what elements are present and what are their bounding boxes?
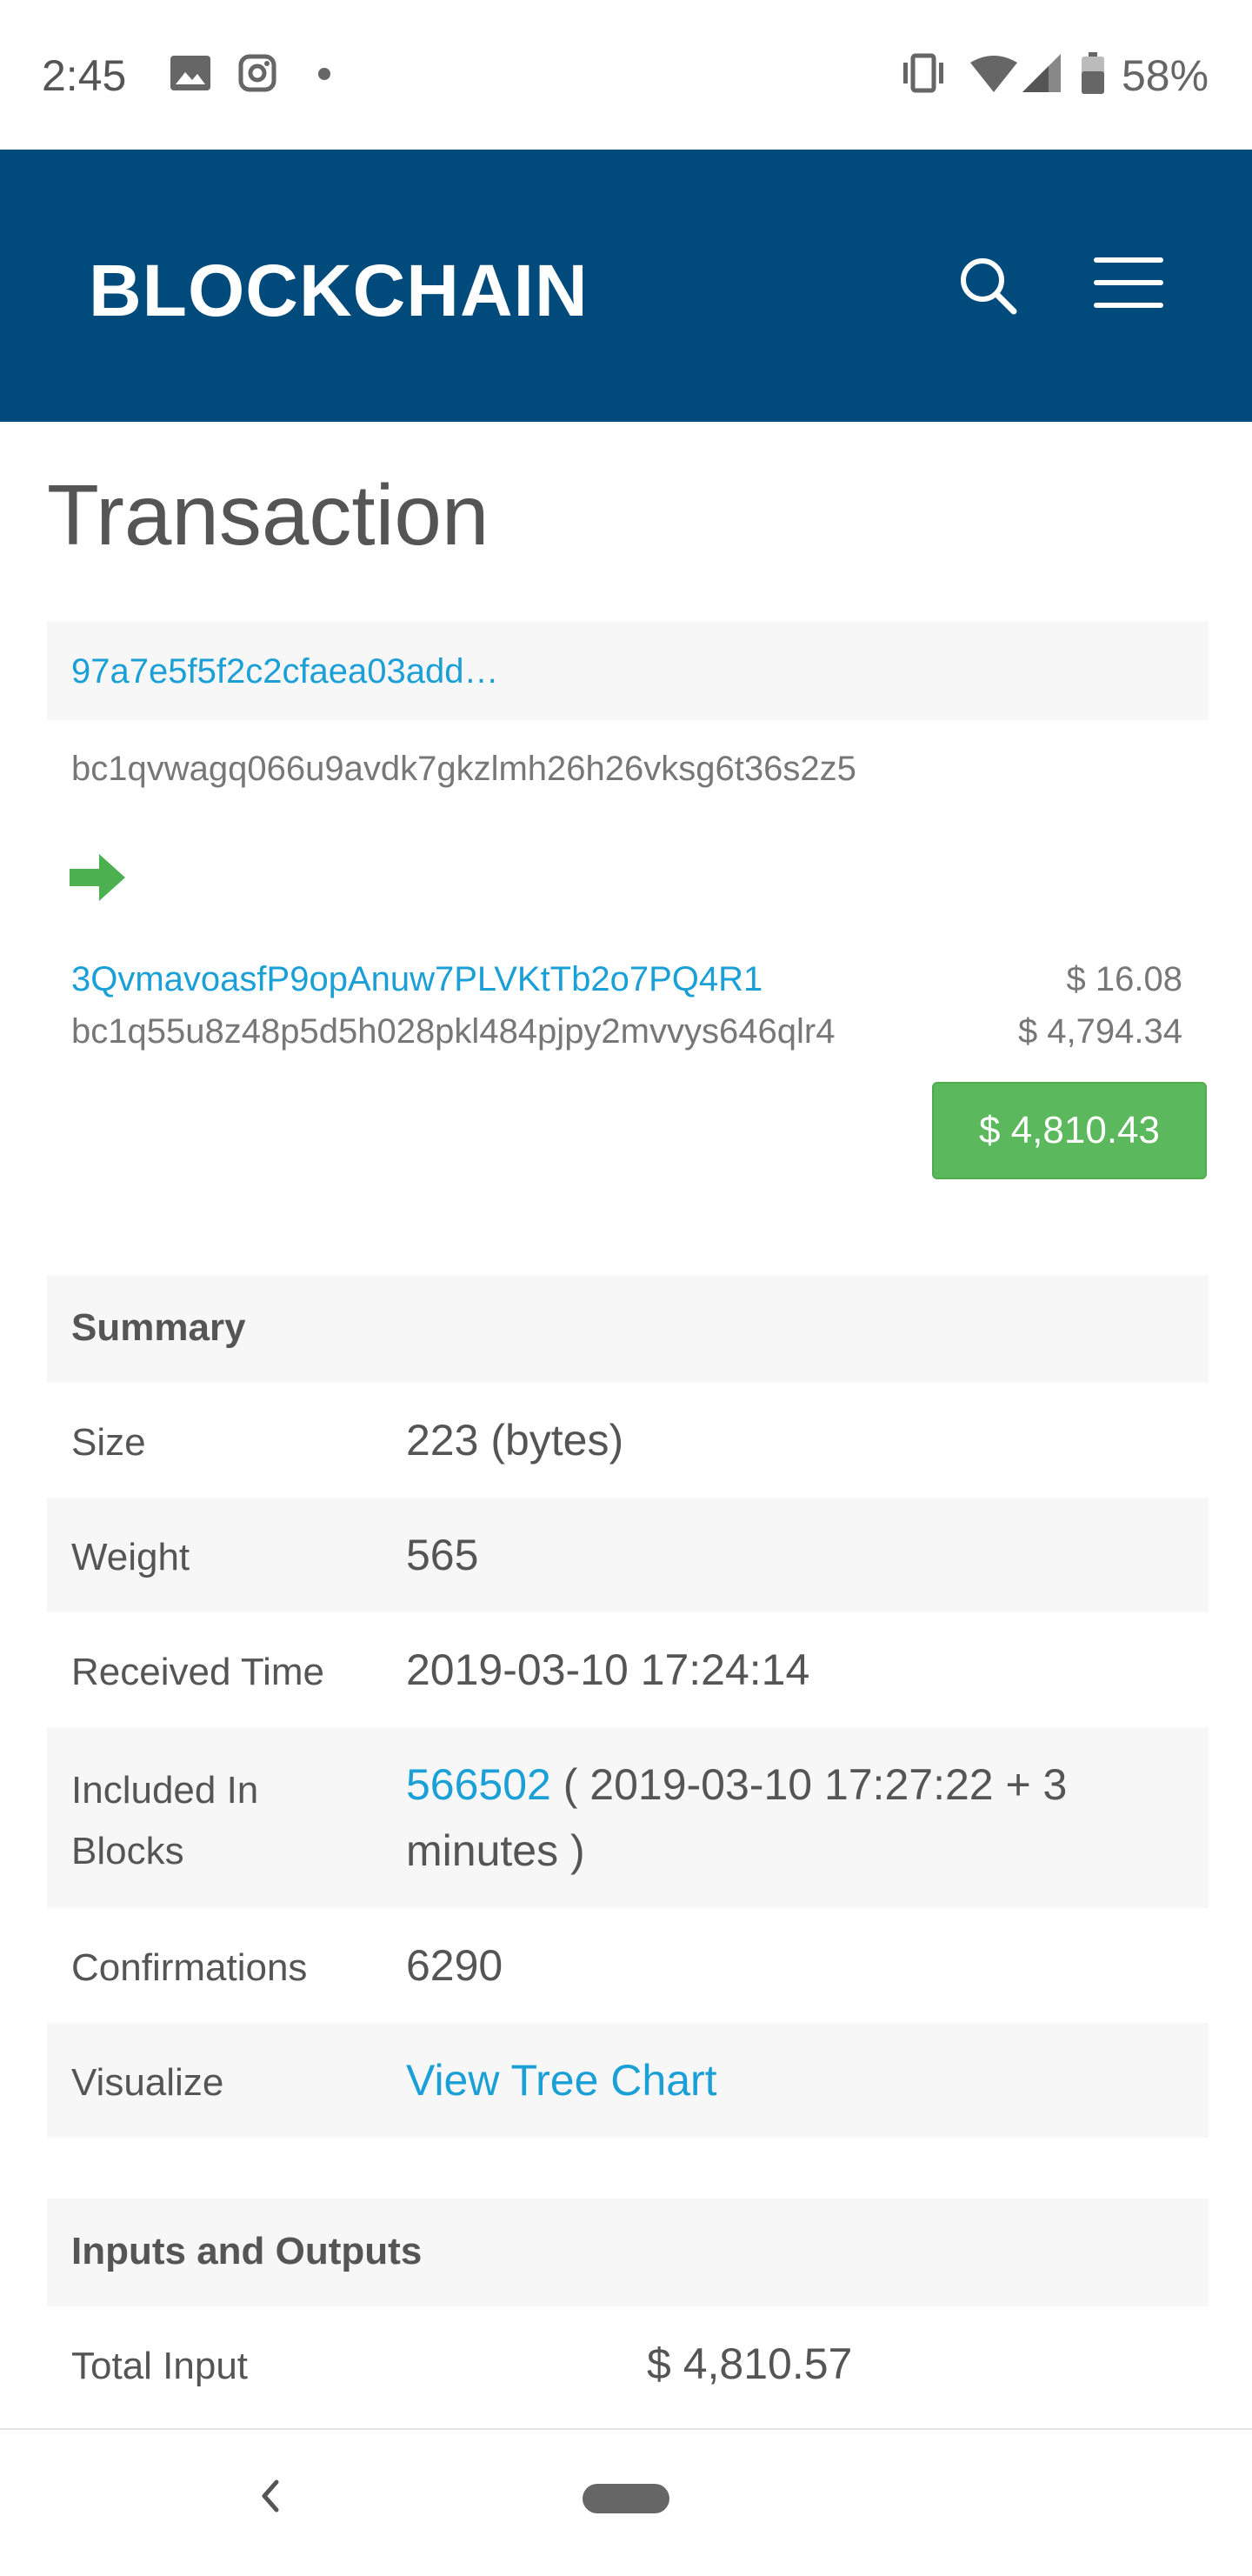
hamburger-menu-icon[interactable]: [1094, 257, 1163, 310]
io-header-row: Inputs and Outputs: [47, 2199, 1209, 2306]
total-amount-badge[interactable]: $ 4,810.43: [932, 1082, 1207, 1179]
page-title: Transaction: [47, 467, 489, 563]
included-in-blocks-label: Included In Blocks: [71, 1760, 258, 1882]
table-row: Received Time 2019-03-10 17:24:14: [47, 1612, 1209, 1727]
summary-heading: Summary: [71, 1306, 246, 1349]
weight-label: Weight: [71, 1536, 190, 1578]
confirmations-label: Confirmations: [71, 1946, 308, 1989]
output-amount: $ 16.08: [1066, 960, 1182, 998]
table-row: Confirmations 6290: [47, 1908, 1209, 2023]
transaction-hash-link[interactable]: 97a7e5f5f2c2cfaea03add…: [71, 652, 499, 691]
included-label-line1: Included In: [71, 1769, 259, 1812]
size-label: Size: [71, 1421, 146, 1464]
status-time: 2:45: [42, 51, 127, 100]
received-time-value: 2019-03-10 17:24:14: [406, 1645, 810, 1694]
blockchain-logo[interactable]: BLOCKCHAIN: [89, 249, 589, 333]
transaction-hash-row: 97a7e5f5f2c2cfaea03add…: [47, 621, 1209, 720]
io-heading: Inputs and Outputs: [71, 2230, 423, 2272]
total-input-value: $ 4,810.57: [647, 2339, 853, 2388]
received-time-label: Received Time: [71, 1651, 325, 1693]
included-in-blocks-value: 566502 ( 2019-03-10 17:27:22 + 3 minutes …: [406, 1752, 1067, 1884]
block-time-text-2: minutes ): [406, 1826, 585, 1875]
output-address[interactable]: bc1q55u8z48p5d5h028pkl484pjpy2mvvys646ql…: [71, 1012, 835, 1051]
instagram-icon: [238, 54, 276, 92]
total-input-label: Total Input: [71, 2345, 249, 2387]
system-nav-bar: [0, 2428, 1252, 2576]
view-tree-chart-link[interactable]: View Tree Chart: [406, 2047, 717, 2113]
table-row: Total Input $ 4,810.57: [47, 2306, 1209, 2421]
back-icon[interactable]: [252, 2470, 287, 2522]
summary-header-row: Summary: [47, 1275, 1209, 1383]
gallery-icon: [170, 56, 210, 90]
battery-percent: 58%: [1122, 51, 1209, 100]
cell-signal-icon: [1022, 54, 1061, 92]
weight-value: 565: [406, 1531, 479, 1579]
output-address-link[interactable]: 3QvmavoasfP9opAnuw7PLVKtTb2o7PQ4R1: [71, 960, 763, 999]
input-address[interactable]: bc1qvwagq066u9avdk7gkzlmh26h26vksg6t36s2…: [71, 750, 856, 789]
table-row: Size 223 (bytes): [47, 1383, 1209, 1498]
battery-icon: [1082, 52, 1104, 94]
confirmations-value: 6290: [406, 1941, 503, 1990]
block-height-link[interactable]: 566502: [406, 1760, 551, 1809]
wifi-icon: [970, 56, 1017, 92]
block-time-text: ( 2019-03-10 17:27:22 + 3: [550, 1760, 1068, 1809]
site-header: BLOCKCHAIN: [0, 150, 1252, 422]
visualize-label: Visualize: [71, 2061, 224, 2104]
size-value: 223 (bytes): [406, 1416, 624, 1465]
status-bar: 2:45 58%: [0, 0, 1252, 150]
vibrate-icon: [903, 53, 943, 93]
included-label-line2: Blocks: [71, 1830, 184, 1872]
home-pill-button[interactable]: [583, 2484, 669, 2513]
search-icon[interactable]: [956, 254, 1019, 317]
notification-dot-icon: [318, 68, 330, 80]
table-row: Weight 565: [47, 1498, 1209, 1612]
table-row: Visualize View Tree Chart: [47, 2023, 1209, 2138]
output-amount: $ 4,794.34: [1017, 1012, 1182, 1051]
table-row: Included In Blocks 566502 ( 2019-03-10 17…: [47, 1727, 1209, 1908]
arrow-right-icon: [70, 854, 125, 901]
